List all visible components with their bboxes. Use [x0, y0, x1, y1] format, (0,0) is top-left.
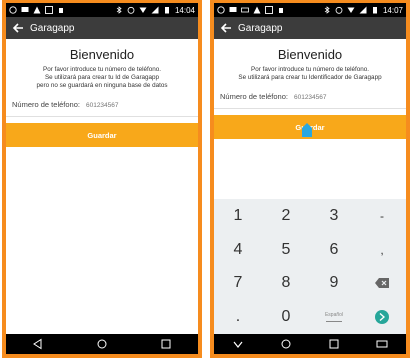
text-cursor-handle-icon[interactable]	[302, 123, 312, 137]
key-2[interactable]: 2	[262, 199, 310, 233]
bluetooth-icon	[116, 6, 122, 14]
back-arrow-icon[interactable]	[12, 22, 24, 34]
key-3[interactable]: 3	[310, 199, 358, 233]
chevron-right-icon	[379, 313, 385, 322]
wifi-icon	[139, 7, 147, 13]
back-arrow-icon[interactable]	[220, 22, 232, 34]
keyboard-notification-icon	[241, 7, 249, 13]
app-title: Garagapp	[30, 22, 75, 34]
home-nav-icon[interactable]	[96, 338, 108, 350]
description-line: Por favor introduce tu número de teléfon…	[43, 66, 161, 73]
android-icon	[279, 8, 283, 13]
wifi-icon	[347, 7, 355, 13]
whatsapp-icon	[9, 6, 17, 14]
status-bar: 14:04	[6, 3, 198, 17]
description-line: Se utilizará para crear tu Id de Garagap…	[44, 74, 160, 81]
recents-nav-icon[interactable]	[160, 338, 172, 350]
app-bar: Garagapp	[214, 17, 406, 39]
android-icon	[59, 8, 63, 13]
spacebar-indicator	[326, 321, 342, 323]
app-title: Garagapp	[238, 22, 283, 34]
app-bar: Garagapp	[6, 17, 198, 39]
image-icon	[45, 6, 53, 14]
whatsapp-icon	[217, 6, 225, 14]
back-nav-icon[interactable]	[32, 338, 44, 350]
collapse-keyboard-icon[interactable]	[232, 338, 244, 350]
right-phone-frame: 14:07 Garagapp Bienvenido Por favor intr…	[210, 0, 410, 358]
message-icon	[229, 7, 237, 12]
go-key[interactable]	[358, 300, 406, 334]
key-6[interactable]: 6	[310, 233, 358, 267]
backspace-key[interactable]	[358, 267, 406, 301]
description-line: Por favor introduce tu número de teléfon…	[251, 66, 369, 73]
key-8[interactable]: 8	[262, 267, 310, 301]
backspace-icon	[375, 278, 389, 289]
welcome-title: Bienvenido	[69, 47, 135, 62]
message-icon	[21, 7, 29, 12]
left-phone-frame: 14:04 Garagapp Bienvenido Por favor intr…	[2, 0, 202, 358]
alarm-icon	[127, 6, 135, 14]
description-line: Se utilizará para crear tu Identificador…	[238, 74, 382, 81]
battery-icon	[164, 7, 169, 14]
welcome-title: Bienvenido	[277, 47, 343, 62]
phone-label: Número de teléfono:	[220, 92, 288, 101]
language-key[interactable]: Español	[310, 300, 358, 334]
phone-label: Número de teléfono:	[12, 100, 80, 109]
left-screen: 14:04 Garagapp Bienvenido Por favor intr…	[6, 3, 198, 354]
alarm-icon	[335, 6, 343, 14]
status-time: 14:04	[174, 5, 195, 15]
warning-icon	[33, 6, 41, 14]
description: Por favor introduce tu número de teléfon…	[6, 66, 198, 90]
key-4[interactable]: 4	[214, 233, 262, 267]
right-screen: 14:07 Garagapp Bienvenido Por favor intr…	[214, 3, 406, 354]
warning-icon	[253, 6, 261, 14]
nav-bar	[214, 334, 406, 354]
key-1[interactable]: 1	[214, 199, 262, 233]
key-comma[interactable]: ,	[358, 233, 406, 267]
signal-icon	[359, 6, 367, 14]
nav-bar	[6, 334, 198, 354]
language-label: Español	[324, 312, 344, 319]
description-line: pero no se guardará en ninguna base de d…	[36, 82, 168, 89]
key-5[interactable]: 5	[262, 233, 310, 267]
status-bar: 14:07	[214, 3, 406, 17]
phone-input[interactable]	[85, 102, 166, 109]
status-time: 14:07	[382, 5, 403, 15]
key-7[interactable]: 7	[214, 267, 262, 301]
image-icon	[265, 6, 273, 14]
key-minus[interactable]: -	[358, 199, 406, 233]
key-dot[interactable]: .	[214, 300, 262, 334]
key-0[interactable]: 0	[262, 300, 310, 334]
go-button[interactable]	[375, 310, 389, 325]
recents-nav-icon[interactable]	[328, 338, 340, 350]
keyboard-switch-icon[interactable]	[376, 338, 388, 350]
numeric-keyboard: 1 2 3 - 4 5 6 , 7 8 9 . 0 Español	[214, 199, 406, 334]
bluetooth-icon	[324, 6, 330, 14]
save-button[interactable]: Guardar	[6, 123, 198, 147]
home-nav-icon[interactable]	[280, 338, 292, 350]
key-9[interactable]: 9	[310, 267, 358, 301]
battery-icon	[372, 7, 377, 14]
phone-input[interactable]	[293, 94, 374, 101]
phone-field-row: Número de teléfono:	[214, 92, 406, 109]
phone-field-row: Número de teléfono:	[6, 100, 198, 117]
signal-icon	[151, 6, 159, 14]
description: Por favor introduce tu número de teléfon…	[214, 66, 406, 82]
